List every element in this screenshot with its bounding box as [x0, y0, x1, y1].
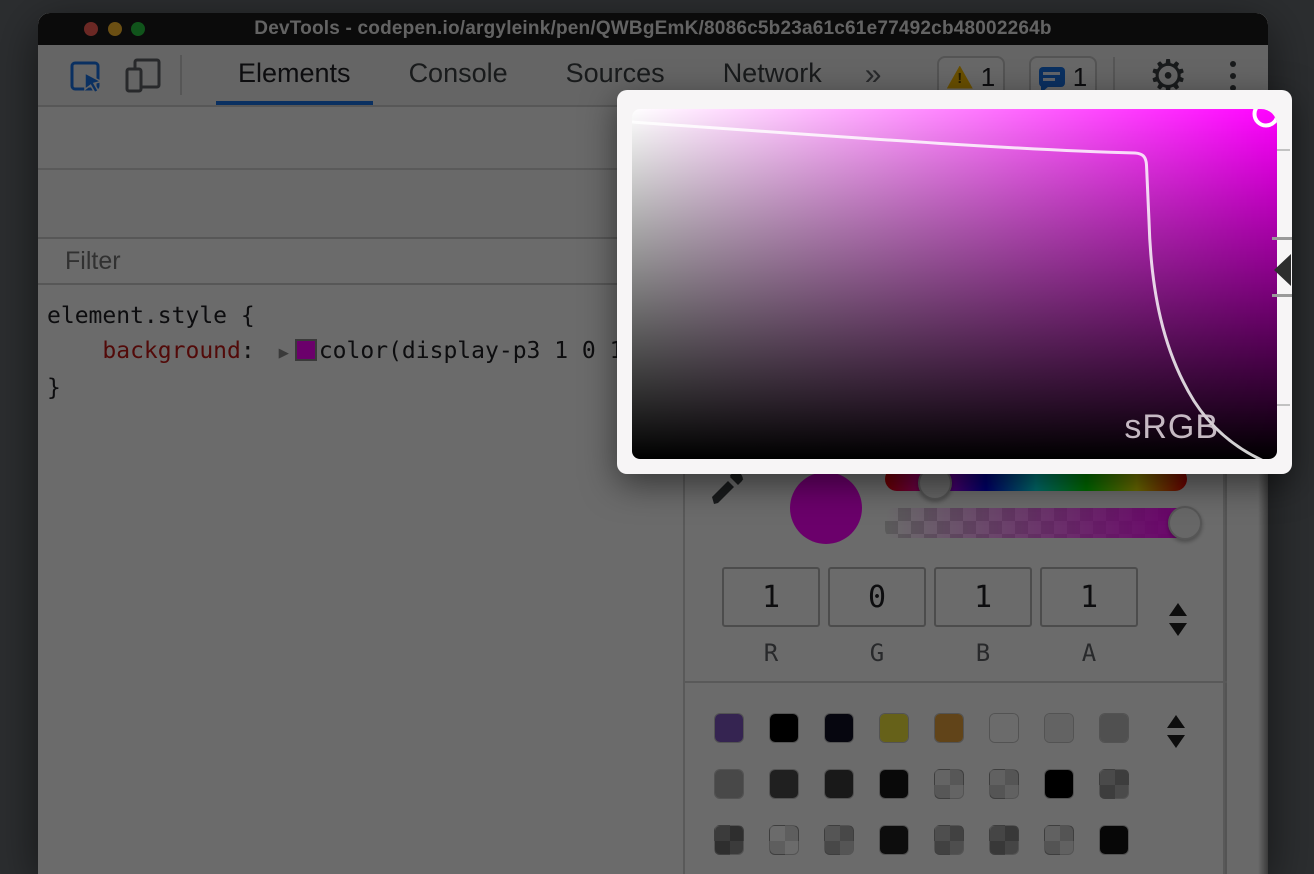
color-selection-ring [1255, 109, 1278, 126]
alpha-slider[interactable] [885, 508, 1195, 538]
tab-elements[interactable]: Elements [216, 45, 373, 105]
titlebar: DevTools - codepen.io/argyleink/pen/QWBg… [38, 13, 1268, 45]
warning-count: 1 [981, 62, 995, 93]
current-color-swatch [790, 472, 862, 544]
alpha-gradient [885, 508, 1195, 538]
frame-tick [1277, 149, 1290, 151]
window-title: DevTools - codepen.io/argyleink/pen/QWBg… [254, 18, 1051, 40]
channel-g: 0G [828, 567, 926, 667]
spinner-up-icon[interactable] [1169, 603, 1187, 616]
saturation-lightness-gradient[interactable]: sRGB [632, 109, 1277, 459]
disclosure-triangle-icon[interactable]: ▶ [269, 343, 295, 363]
channel-b: 1B [934, 567, 1032, 667]
frame-tick [1277, 404, 1290, 406]
palette-swatch[interactable] [714, 825, 744, 855]
palette-grid [714, 713, 1129, 855]
property-name[interactable]: background [102, 338, 240, 364]
palette-swatch[interactable] [879, 769, 909, 799]
palette-swatch[interactable] [1044, 825, 1074, 855]
palette-swatch[interactable] [989, 713, 1019, 743]
palette-swatch[interactable] [879, 825, 909, 855]
alpha-slider-handle[interactable] [1168, 506, 1202, 540]
palette-swatch[interactable] [879, 713, 909, 743]
palette-switcher-spinner[interactable] [1167, 715, 1185, 748]
magnified-color-field-popup: sRGB [617, 90, 1292, 474]
style-rule: element.style { background: ▶ color(displ… [47, 299, 677, 406]
open-brace: { [241, 303, 255, 329]
palette-swatch[interactable] [824, 825, 854, 855]
palette-swatch[interactable] [714, 769, 744, 799]
channel-b-input[interactable]: 1 [934, 567, 1032, 627]
traffic-light-zoom[interactable] [131, 22, 145, 36]
channel-row: 1R0G1B1A [722, 567, 1138, 667]
channel-g-label: G [828, 639, 926, 667]
close-brace: } [47, 375, 61, 401]
palette-swatch[interactable] [824, 769, 854, 799]
channel-a: 1A [1040, 567, 1138, 667]
channel-b-label: B [934, 639, 1032, 667]
traffic-light-close[interactable] [84, 22, 98, 36]
channel-r-input[interactable]: 1 [722, 567, 820, 627]
channel-r-label: R [722, 639, 820, 667]
channel-a-label: A [1040, 639, 1138, 667]
channel-format-spinner[interactable] [1169, 603, 1187, 636]
spinner-down-icon[interactable] [1169, 623, 1187, 636]
channel-a-input[interactable]: 1 [1040, 567, 1138, 627]
warning-icon [947, 66, 973, 89]
palette-swatch[interactable] [1099, 825, 1129, 855]
property-value[interactable]: color(display-p3 1 0 1); [319, 338, 651, 364]
palette-swatch[interactable] [934, 713, 964, 743]
palette-swatch[interactable] [989, 769, 1019, 799]
property-colon: : [241, 338, 269, 364]
palette-swatch[interactable] [934, 825, 964, 855]
palette-swatch[interactable] [769, 769, 799, 799]
channel-r: 1R [722, 567, 820, 667]
palette-swatch[interactable] [1099, 769, 1129, 799]
frame-line [1272, 237, 1292, 240]
styles-filter-input[interactable] [63, 246, 463, 277]
palette-swatch[interactable] [824, 713, 854, 743]
device-toolbar-icon[interactable] [124, 57, 162, 95]
channel-g-input[interactable]: 0 [828, 567, 926, 627]
spinner-down-icon[interactable] [1167, 735, 1185, 748]
more-options-icon[interactable] [1230, 61, 1236, 91]
gamut-label: sRGB [1124, 408, 1219, 447]
palette-swatch[interactable] [934, 769, 964, 799]
palette-swatch[interactable] [714, 713, 744, 743]
rule-selector[interactable]: element.style [47, 303, 227, 329]
inspect-element-icon[interactable] [68, 57, 106, 95]
palette-swatch[interactable] [1044, 713, 1074, 743]
tab-console[interactable]: Console [387, 45, 530, 105]
shade-arrow-icon [1274, 254, 1291, 286]
palette-swatch[interactable] [769, 713, 799, 743]
palette-swatch[interactable] [769, 825, 799, 855]
palette-swatch[interactable] [989, 825, 1019, 855]
picker-separator [683, 681, 1227, 683]
palette-swatch[interactable] [1099, 713, 1129, 743]
message-count: 1 [1073, 62, 1087, 93]
frame-line [1272, 294, 1292, 297]
palette-swatch[interactable] [1044, 769, 1074, 799]
message-icon [1039, 67, 1065, 87]
color-swatch[interactable] [295, 339, 317, 361]
spinner-up-icon[interactable] [1167, 715, 1185, 728]
traffic-light-minimize[interactable] [108, 22, 122, 36]
